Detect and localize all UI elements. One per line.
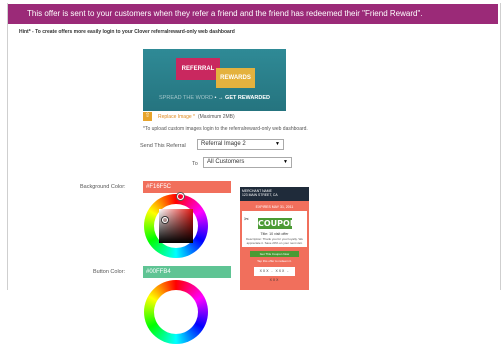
to-select[interactable]: All Customers ▼ bbox=[203, 157, 292, 168]
merchant-address: 123 MAIN STREET, CA bbox=[242, 193, 278, 197]
dashboard-hint: Hint* - To create offers more easily log… bbox=[19, 29, 235, 35]
redeem-note: Tap this offer to redeem it. bbox=[257, 259, 292, 263]
upload-note: *To upload custom images login to the re… bbox=[143, 126, 308, 132]
tagline-light: SPREAD THE WORD bbox=[159, 95, 214, 101]
send-referral-value: Referral Image 2 bbox=[201, 141, 246, 147]
coupon-expiry: EXPIRES MAY 31, 2011 bbox=[255, 205, 294, 209]
button-color-input[interactable]: #00FFB4 bbox=[143, 266, 231, 278]
to-label: To bbox=[192, 161, 198, 167]
hue-handle[interactable] bbox=[177, 193, 184, 200]
coupon-preview: MERCHANT NAME 123 MAIN STREET, CA EXPIRE… bbox=[240, 187, 309, 290]
coupon-header: MERCHANT NAME 123 MAIN STREET, CA bbox=[240, 187, 309, 201]
referral-bubble: REFERRAL bbox=[176, 58, 220, 80]
upload-icon[interactable]: ⇧ bbox=[143, 112, 152, 121]
chevron-down-icon: ▼ bbox=[275, 141, 280, 147]
background-color-input[interactable]: #F16F5C bbox=[143, 181, 231, 193]
coupon-description: Description: Thank you for your loyalty.… bbox=[246, 237, 303, 245]
send-referral-select[interactable]: Referral Image 2 ▼ bbox=[197, 139, 284, 150]
info-banner: This offer is sent to your customers whe… bbox=[8, 4, 498, 24]
button-color-label: Button Color: bbox=[93, 269, 126, 275]
coupon-title: Title: 10 visit offer bbox=[260, 232, 289, 236]
replace-image-link[interactable]: Replace Image * bbox=[158, 114, 195, 120]
referral-image-preview: REFERRAL REWARDS SPREAD THE WORD • → GET… bbox=[143, 49, 286, 111]
max-size-note: (Maximum 2MB) bbox=[197, 113, 235, 120]
chevron-down-icon: ▼ bbox=[283, 159, 288, 165]
coupon-code: XXX - XXX - XXX bbox=[254, 267, 295, 282]
to-value: All Customers bbox=[207, 159, 245, 165]
scissors-icon: ✂ bbox=[244, 217, 250, 223]
tagline-arrow: • → bbox=[214, 95, 224, 101]
coupon-card: ✂ COUPONS Title: 10 visit offer Descript… bbox=[242, 211, 307, 247]
saturation-picker[interactable] bbox=[159, 209, 193, 243]
replace-image-row: ⇧ Replace Image * (Maximum 2MB) bbox=[143, 112, 235, 121]
promo-tagline: SPREAD THE WORD • → GET REWARDED bbox=[143, 95, 286, 101]
get-coupon-button[interactable]: Get This Coupon Now bbox=[250, 251, 299, 257]
saturation-handle[interactable] bbox=[162, 217, 168, 223]
coupons-badge: COUPONS bbox=[258, 218, 303, 229]
background-color-label: Background Color: bbox=[80, 184, 126, 190]
send-referral-label: Send This Referral bbox=[140, 143, 186, 149]
rewards-bubble: REWARDS bbox=[216, 68, 255, 88]
tagline-bold: GET REWARDED bbox=[225, 95, 270, 101]
